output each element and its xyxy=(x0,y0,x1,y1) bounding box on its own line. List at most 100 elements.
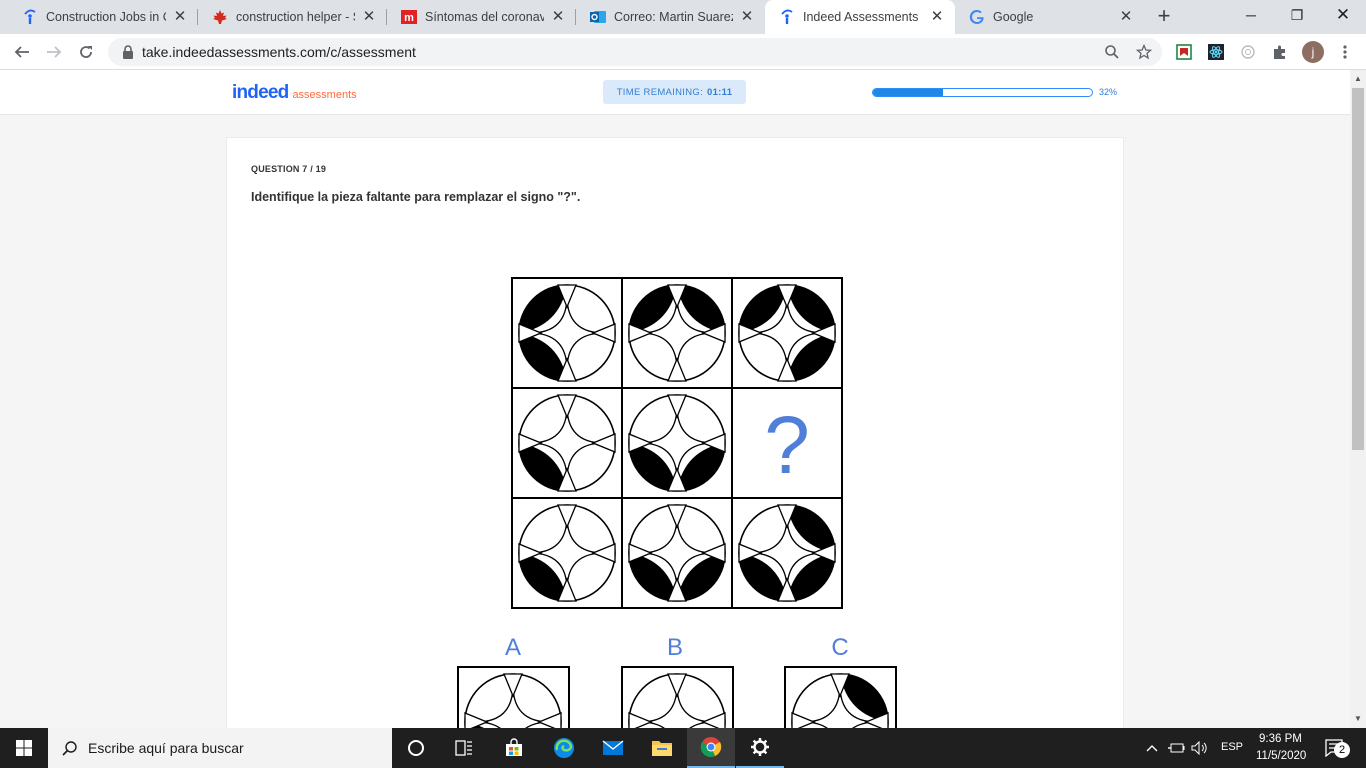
edge-icon xyxy=(554,738,574,758)
scroll-thumb[interactable] xyxy=(1352,88,1364,450)
missing-piece-marker: ? xyxy=(764,400,810,491)
puzzle-cell xyxy=(518,284,616,382)
close-icon[interactable]: ✕ xyxy=(1118,9,1134,25)
tab-title: Construction Jobs in Ca xyxy=(46,10,166,24)
gear-icon xyxy=(751,738,769,756)
puzzle-cell xyxy=(518,394,616,492)
scroll-up-arrow[interactable]: ▲ xyxy=(1350,72,1366,86)
tab-title: Google xyxy=(993,10,1034,24)
close-icon[interactable]: ✕ xyxy=(929,9,945,25)
store-button[interactable] xyxy=(490,728,538,768)
progress-percent: 32% xyxy=(1099,87,1118,97)
restore-button[interactable]: ❐ xyxy=(1274,0,1320,30)
puzzle-cell xyxy=(518,504,616,602)
chrome-button[interactable] xyxy=(687,728,735,768)
arrow-right-icon xyxy=(47,46,62,58)
cortana-button[interactable] xyxy=(392,728,440,768)
show-hidden-icons-button[interactable] xyxy=(1142,728,1162,768)
notification-count: 2 xyxy=(1334,742,1350,758)
folder-icon xyxy=(652,741,672,756)
puzzle-extensions-icon[interactable] xyxy=(1271,43,1289,61)
option-a-label[interactable]: A xyxy=(493,634,533,662)
address-bar[interactable]: take.indeedassessments.com/c/assessment xyxy=(108,38,1162,66)
minimize-button[interactable]: ─ xyxy=(1228,0,1274,30)
tab-sintomas-coronavirus[interactable]: m Síntomas del coronaviru ✕ xyxy=(387,0,576,34)
mail-icon xyxy=(602,740,624,755)
new-tab-button[interactable]: + xyxy=(1152,5,1176,29)
file-explorer-button[interactable] xyxy=(638,728,686,768)
battery-button[interactable] xyxy=(1165,728,1187,768)
search-placeholder: Escribe aquí para buscar xyxy=(88,740,244,756)
option-b-piece[interactable] xyxy=(621,666,734,728)
option-c-piece[interactable] xyxy=(784,666,897,728)
close-icon[interactable]: ✕ xyxy=(739,9,755,25)
puzzle-cell xyxy=(628,504,726,602)
puzzle-cell xyxy=(738,504,836,602)
clock-date[interactable]: 11/5/2020 xyxy=(1256,750,1306,762)
outlook-icon xyxy=(590,9,606,25)
settings-button[interactable] xyxy=(736,728,784,768)
tab-correo-outlook[interactable]: Correo: Martin Suarez - ✕ xyxy=(576,0,765,34)
indeed-icon xyxy=(779,9,795,25)
menu-icon[interactable] xyxy=(1336,43,1354,61)
scroll-down-arrow[interactable]: ▼ xyxy=(1350,712,1366,726)
url-text: take.indeedassessments.com/c/assessment xyxy=(142,44,416,60)
question-counter: QUESTION 7 / 19 xyxy=(251,164,327,174)
option-b-label[interactable]: B xyxy=(655,634,695,662)
assessment-header: indeed assessments TIME REMAINING: 01:11… xyxy=(0,70,1350,115)
zoom-icon xyxy=(1105,45,1119,59)
page-content: indeed assessments TIME REMAINING: 01:11… xyxy=(0,70,1350,728)
start-button[interactable] xyxy=(0,728,48,768)
close-icon[interactable]: ✕ xyxy=(361,9,377,25)
react-devtools-icon[interactable] xyxy=(1207,43,1225,61)
option-c-label[interactable]: C xyxy=(820,634,860,662)
question-card: QUESTION 7 / 19 Identifique la pieza fal… xyxy=(226,137,1124,728)
forward-button[interactable] xyxy=(42,40,66,64)
tab-title: construction helper - Su xyxy=(236,10,355,24)
tab-indeed-assessments[interactable]: Indeed Assessments ✕ xyxy=(765,0,955,34)
tab-title: Indeed Assessments xyxy=(803,10,919,24)
clock-time[interactable]: 9:36 PM xyxy=(1259,733,1302,745)
svg-text:m: m xyxy=(404,12,414,24)
close-icon[interactable]: ✕ xyxy=(172,9,188,25)
task-view-icon xyxy=(455,740,472,756)
language-indicator[interactable]: ESP xyxy=(1221,741,1243,753)
arrow-left-icon xyxy=(14,46,29,58)
volume-button[interactable] xyxy=(1189,728,1211,768)
profile-avatar[interactable]: j xyxy=(1302,41,1324,63)
maple-leaf-icon xyxy=(212,9,228,25)
close-icon[interactable]: ✕ xyxy=(550,9,566,25)
taskbar-search-box[interactable]: Escribe aquí para buscar xyxy=(48,728,392,768)
search-icon xyxy=(62,741,77,756)
option-a-piece[interactable] xyxy=(457,666,570,728)
reload-icon xyxy=(80,46,92,58)
logo-sub-text: assessments xyxy=(292,89,357,101)
back-button[interactable] xyxy=(10,40,34,64)
windows-logo-icon xyxy=(16,740,32,756)
progress-bar xyxy=(872,88,1093,97)
puzzle-cell xyxy=(738,284,836,382)
tab-title: Síntomas del coronaviru xyxy=(425,10,544,24)
page-scrollbar[interactable]: ▲ ▼ xyxy=(1350,70,1366,728)
extension-red-icon[interactable] xyxy=(1175,43,1193,61)
puzzle-cell xyxy=(628,394,726,492)
tab-google[interactable]: Google ✕ xyxy=(955,0,1144,34)
notifications-button[interactable]: 2 xyxy=(1320,728,1350,768)
puzzle-grid: ? xyxy=(511,277,843,609)
star-icon xyxy=(1136,44,1152,60)
window-close-button[interactable]: ✕ xyxy=(1320,0,1366,30)
store-icon xyxy=(506,738,522,756)
indeed-assessments-logo[interactable]: indeed assessments xyxy=(232,82,357,104)
edge-button[interactable] xyxy=(540,728,588,768)
chrome-icon xyxy=(700,737,722,757)
reload-button[interactable] xyxy=(74,40,98,64)
task-view-button[interactable] xyxy=(440,728,488,768)
tab-construction-jobs[interactable]: Construction Jobs in Ca ✕ xyxy=(8,0,198,34)
indeed-icon xyxy=(22,9,38,25)
mail-button[interactable] xyxy=(589,728,637,768)
camera-extension-icon[interactable] xyxy=(1239,43,1257,61)
battery-plug-icon xyxy=(1168,743,1185,753)
profile-initial: j xyxy=(1311,45,1315,59)
browser-toolbar: take.indeedassessments.com/c/assessment … xyxy=(0,34,1366,70)
tab-construction-helper[interactable]: construction helper - Su ✕ xyxy=(198,0,387,34)
